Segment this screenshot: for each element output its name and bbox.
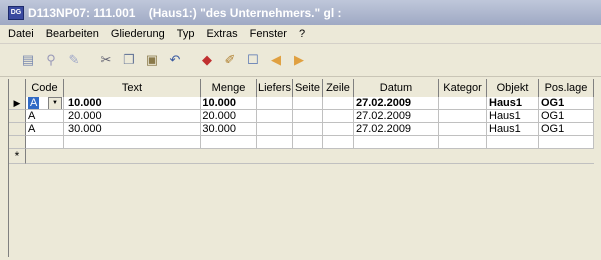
erase-icon[interactable]: ◆ xyxy=(197,50,217,70)
header-liefers[interactable]: Liefers xyxy=(257,79,293,97)
header-menge[interactable]: Menge xyxy=(201,79,257,97)
liefers-cell[interactable] xyxy=(257,97,293,110)
code-dropdown[interactable]: A ▼ xyxy=(26,97,64,110)
window-icon[interactable]: ☐ xyxy=(243,50,263,70)
kategor-cell[interactable] xyxy=(439,110,487,123)
header-code[interactable]: Code xyxy=(26,79,64,97)
kategor-cell[interactable] xyxy=(439,136,487,149)
seite-cell[interactable] xyxy=(293,97,323,110)
zeile-cell[interactable] xyxy=(323,110,354,123)
menu-extras[interactable]: Extras xyxy=(200,28,243,40)
menu-bar: Datei Bearbeiten Gliederung Typ Extras F… xyxy=(0,25,601,44)
header-poslage[interactable]: Pos.lage xyxy=(539,79,594,97)
menu-typ[interactable]: Typ xyxy=(171,28,201,40)
grid-header: Code Text Menge Liefers Seite Zeile Datu… xyxy=(9,79,594,98)
pencil-icon[interactable]: ✐ xyxy=(220,50,240,70)
table-row-empty[interactable] xyxy=(9,136,594,149)
objekt-cell[interactable]: Haus1 xyxy=(487,110,539,123)
code-cell[interactable]: A xyxy=(26,123,64,136)
zeile-cell[interactable] xyxy=(323,123,354,136)
data-grid: Code Text Menge Liefers Seite Zeile Datu… xyxy=(8,79,594,257)
chevron-down-icon[interactable]: ▼ xyxy=(48,97,62,109)
cut-icon[interactable]: ✂ xyxy=(96,50,116,70)
zeile-cell[interactable] xyxy=(323,136,354,149)
kategor-cell[interactable] xyxy=(439,97,487,110)
table-row[interactable]: A 20.000 20.000 27.02.2009 Haus1 OG1 xyxy=(9,110,594,123)
poslage-cell[interactable] xyxy=(539,136,594,149)
datum-cell[interactable]: 27.02.2009 xyxy=(354,97,439,110)
kategor-cell[interactable] xyxy=(439,123,487,136)
header-objekt[interactable]: Objekt xyxy=(487,79,539,97)
menu-datei[interactable]: Datei xyxy=(0,28,40,40)
text-cell[interactable]: 10.000 xyxy=(64,97,201,110)
menge-cell[interactable] xyxy=(201,136,257,149)
code-cell[interactable]: A xyxy=(26,110,64,123)
liefers-cell[interactable] xyxy=(257,123,293,136)
seite-cell[interactable] xyxy=(293,123,323,136)
header-text[interactable]: Text xyxy=(64,79,201,97)
seite-cell[interactable] xyxy=(293,136,323,149)
row-selector[interactable] xyxy=(9,136,26,149)
header-kategor[interactable]: Kategor xyxy=(439,79,487,97)
poslage-cell[interactable]: OG1 xyxy=(539,123,594,136)
menu-fenster[interactable]: Fenster xyxy=(244,28,293,40)
new-row-area xyxy=(26,149,594,164)
copy-icon[interactable]: ❐ xyxy=(119,50,139,70)
code-value: A xyxy=(28,97,40,109)
objekt-cell[interactable] xyxy=(487,136,539,149)
text-cell[interactable]: 30.000 xyxy=(64,123,201,136)
text-cell[interactable]: 20.000 xyxy=(64,110,201,123)
header-datum[interactable]: Datum xyxy=(354,79,439,97)
toolbar: ▤ ⚲ ✎ ✂ ❐ ▣ ↶ ◆ ✐ ☐ ◀ ▶ xyxy=(0,44,601,77)
table-row[interactable]: A 30.000 30.000 27.02.2009 Haus1 OG1 xyxy=(9,123,594,136)
prev-icon[interactable]: ◀ xyxy=(266,50,286,70)
zeile-cell[interactable] xyxy=(323,97,354,110)
header-zeile[interactable]: Zeile xyxy=(323,79,354,97)
header-seite[interactable]: Seite xyxy=(293,79,323,97)
title-bar: DG D113NP07: 111.001 (Haus1:) "des Unter… xyxy=(0,0,601,25)
menu-help[interactable]: ? xyxy=(293,28,311,40)
datum-cell[interactable] xyxy=(354,136,439,149)
liefers-cell[interactable] xyxy=(257,136,293,149)
text-cell[interactable] xyxy=(64,136,201,149)
app-icon: DG xyxy=(8,5,24,20)
paste-icon[interactable]: ▣ xyxy=(142,50,162,70)
menge-cell[interactable]: 30.000 xyxy=(201,123,257,136)
row-selector[interactable] xyxy=(9,110,26,123)
poslage-cell[interactable]: OG1 xyxy=(539,97,594,110)
row-selector[interactable] xyxy=(9,123,26,136)
edit-doc-icon[interactable]: ✎ xyxy=(64,50,84,70)
liefers-cell[interactable] xyxy=(257,110,293,123)
objekt-cell[interactable]: Haus1 xyxy=(487,97,539,110)
window-title: D113NP07: 111.001 (Haus1:) "des Unterneh… xyxy=(28,5,342,20)
header-selector xyxy=(9,79,26,97)
code-cell[interactable] xyxy=(26,136,64,149)
datum-cell[interactable]: 27.02.2009 xyxy=(354,110,439,123)
menu-gliederung[interactable]: Gliederung xyxy=(105,28,171,40)
undo-icon[interactable]: ↶ xyxy=(165,50,185,70)
new-row[interactable]: * xyxy=(9,149,594,164)
code-dropdown-box[interactable]: A ▼ xyxy=(26,97,63,109)
new-row-marker[interactable]: * xyxy=(9,149,26,164)
table-row[interactable]: ▶ A ▼ 10.000 10.000 27.02.2009 Haus1 OG1 xyxy=(9,97,594,110)
datum-cell[interactable]: 27.02.2009 xyxy=(354,123,439,136)
menu-bearbeiten[interactable]: Bearbeiten xyxy=(40,28,105,40)
menge-cell[interactable]: 20.000 xyxy=(201,110,257,123)
row-selector-current[interactable]: ▶ xyxy=(9,97,26,110)
next-icon[interactable]: ▶ xyxy=(289,50,309,70)
search-icon[interactable]: ⚲ xyxy=(41,50,61,70)
poslage-cell[interactable]: OG1 xyxy=(539,110,594,123)
objekt-cell[interactable]: Haus1 xyxy=(487,123,539,136)
menge-cell[interactable]: 10.000 xyxy=(201,97,257,110)
seite-cell[interactable] xyxy=(293,110,323,123)
new-doc-icon[interactable]: ▤ xyxy=(18,50,38,70)
